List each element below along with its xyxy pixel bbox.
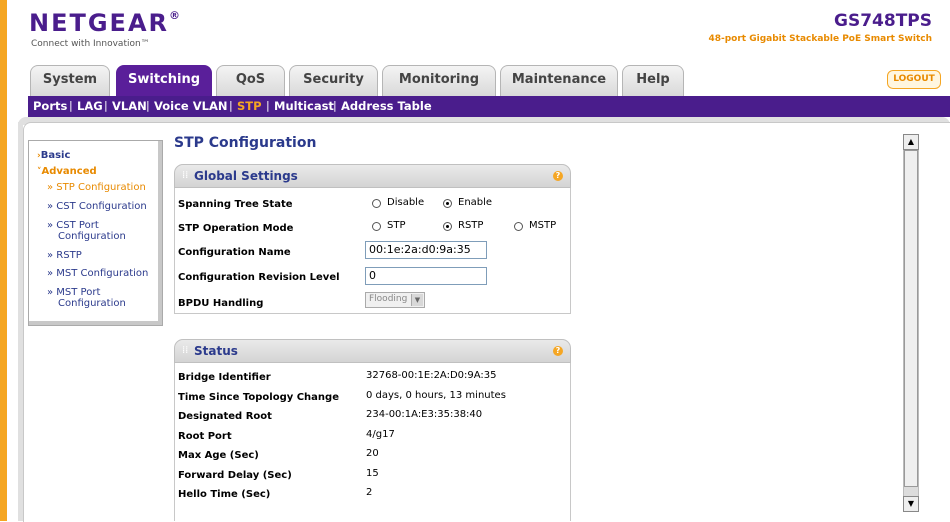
- forward-delay-value: 15: [366, 468, 379, 479]
- drag-grip-icon: ⁞⁞: [182, 170, 189, 181]
- spanning-tree-disable-radio[interactable]: [372, 199, 381, 208]
- subnav-voice-vlan[interactable]: Voice VLAN: [154, 99, 228, 113]
- sidebar-basic-label: Basic: [40, 150, 71, 161]
- scroll-down-button[interactable]: ▼: [903, 496, 919, 512]
- left-border-gap: [7, 0, 10, 521]
- sidebar-advanced-label: Advanced: [41, 166, 97, 177]
- sidebar-item-stp-configuration[interactable]: » STP Configuration: [47, 182, 146, 193]
- stp-mode-mstp-radio[interactable]: [514, 222, 523, 231]
- tab-switching[interactable]: Switching: [116, 65, 212, 96]
- subnav-separator: |: [146, 99, 150, 112]
- sidebar-item-mst-port-configuration-line2[interactable]: Configuration: [58, 298, 126, 309]
- sidebar-item-rstp[interactable]: » RSTP: [47, 250, 82, 261]
- max-age-value: 20: [366, 448, 379, 459]
- subnav-separator: |: [266, 99, 270, 112]
- global-settings-title: Global Settings: [194, 169, 298, 183]
- forward-delay-label: Forward Delay (Sec): [178, 470, 292, 481]
- disable-label: Disable: [387, 197, 425, 208]
- sidebar-item-cst-port-configuration-line2[interactable]: Configuration: [58, 231, 126, 242]
- stp-operation-mode-label: STP Operation Mode: [178, 223, 294, 234]
- scrollbar-thumb[interactable]: [904, 150, 918, 487]
- subnav-vlan[interactable]: VLAN: [112, 99, 147, 113]
- logo-text: NETGEAR: [29, 9, 169, 37]
- sidebar-basic[interactable]: ›Basic: [37, 150, 70, 161]
- tab-qos[interactable]: QoS: [216, 65, 285, 96]
- enable-label: Enable: [458, 197, 493, 208]
- netgear-logo: NETGEAR®: [29, 9, 180, 37]
- subnav-stp[interactable]: STP: [237, 99, 262, 113]
- bpdu-handling-value: Flooding: [369, 294, 408, 304]
- product-name: GS748TPS: [834, 11, 932, 31]
- stp-mode-stp-radio[interactable]: [372, 222, 381, 231]
- subnav-separator: |: [104, 99, 108, 112]
- global-settings-header: ⁞⁞ Global Settings ?: [174, 164, 571, 188]
- sidebar-item-cst-configuration[interactable]: » CST Configuration: [47, 201, 147, 212]
- tab-help[interactable]: Help: [622, 65, 684, 96]
- logout-button[interactable]: LOGOUT: [887, 70, 941, 89]
- subnav-separator: |: [69, 99, 73, 112]
- subnav-multicast[interactable]: Multicast: [274, 99, 334, 113]
- tab-monitoring[interactable]: Monitoring: [382, 65, 496, 96]
- sidebar-advanced[interactable]: ˅Advanced: [37, 166, 97, 177]
- help-icon[interactable]: ?: [553, 346, 563, 356]
- tab-system[interactable]: System: [30, 65, 110, 96]
- status-header: ⁞⁞ Status ?: [174, 339, 571, 363]
- root-port-label: Root Port: [178, 431, 232, 442]
- page-title: STP Configuration: [174, 135, 317, 151]
- tab-security[interactable]: Security: [289, 65, 378, 96]
- bridge-identifier-value: 32768-00:1E:2A:D0:9A:35: [366, 370, 497, 381]
- sidebar-item-mst-configuration[interactable]: » MST Configuration: [47, 268, 148, 279]
- sub-navigation: Ports | LAG | VLAN | Voice VLAN | STP | …: [28, 96, 950, 117]
- bpdu-handling-select[interactable]: Flooding ▼: [365, 292, 425, 308]
- scroll-up-button[interactable]: ▲: [903, 134, 919, 150]
- stp-label: STP: [387, 220, 406, 231]
- sidebar-item-mst-port-configuration[interactable]: » MST Port: [47, 287, 100, 298]
- tab-maintenance[interactable]: Maintenance: [500, 65, 618, 96]
- subnav-ports[interactable]: Ports: [33, 99, 67, 113]
- spanning-tree-enable-radio[interactable]: [443, 199, 452, 208]
- status-title: Status: [194, 344, 238, 358]
- max-age-label: Max Age (Sec): [178, 450, 259, 461]
- configuration-name-label: Configuration Name: [178, 247, 291, 258]
- chevron-down-icon: ▼: [411, 294, 423, 306]
- subnav-separator: |: [333, 99, 337, 112]
- logo-registered: ®: [169, 9, 180, 22]
- subnav-separator: |: [229, 99, 233, 112]
- spanning-tree-state-label: Spanning Tree State: [178, 199, 293, 210]
- designated-root-value: 234-00:1A:E3:35:38:40: [366, 409, 483, 420]
- time-since-topology-change-label: Time Since Topology Change: [178, 392, 339, 403]
- tagline: Connect with Innovation™: [31, 39, 150, 49]
- hello-time-label: Hello Time (Sec): [178, 489, 271, 500]
- drag-grip-icon: ⁞⁞: [182, 345, 189, 356]
- subnav-address-table[interactable]: Address Table: [341, 99, 432, 113]
- time-since-topology-change-value: 0 days, 0 hours, 13 minutes: [366, 390, 506, 401]
- subnav-lag[interactable]: LAG: [77, 99, 103, 113]
- arrow-down-icon: ▼: [907, 499, 915, 508]
- help-icon[interactable]: ?: [553, 171, 563, 181]
- configuration-name-input[interactable]: 00:1e:2a:d0:9a:35: [365, 241, 487, 259]
- product-description: 48-port Gigabit Stackable PoE Smart Swit…: [708, 34, 932, 44]
- rstp-label: RSTP: [458, 220, 484, 231]
- main-tabs: System Switching QoS Security Monitoring…: [30, 65, 930, 96]
- designated-root-label: Designated Root: [178, 411, 272, 422]
- mstp-label: MSTP: [529, 220, 557, 231]
- configuration-revision-input[interactable]: 0: [365, 267, 487, 285]
- bridge-identifier-label: Bridge Identifier: [178, 372, 271, 383]
- configuration-revision-label: Configuration Revision Level: [178, 272, 340, 283]
- sidebar-item-cst-port-configuration[interactable]: » CST Port: [47, 220, 99, 231]
- hello-time-value: 2: [366, 487, 373, 498]
- left-border: [0, 0, 7, 521]
- bpdu-handling-label: BPDU Handling: [178, 298, 264, 309]
- root-port-value: 4/g17: [366, 429, 395, 440]
- arrow-up-icon: ▲: [907, 137, 915, 146]
- stp-mode-rstp-radio[interactable]: [443, 222, 452, 231]
